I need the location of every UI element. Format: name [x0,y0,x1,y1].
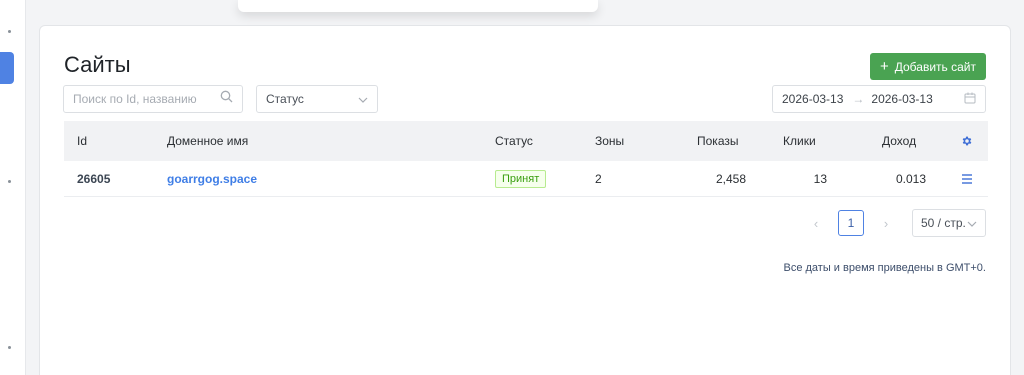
header-domain[interactable]: Доменное имя [167,121,248,161]
gear-icon[interactable] [961,121,973,161]
row-id: 26605 [77,171,111,186]
chevron-down-icon [967,216,977,230]
search-field[interactable] [63,85,243,113]
header-income[interactable]: Доход [882,121,954,161]
add-site-button[interactable]: + Добавить сайт [870,53,986,80]
arrow-right-icon: → [852,92,865,106]
domain-link[interactable]: goarrgog.space [167,172,257,186]
add-site-label: Добавить сайт [894,59,976,74]
row-clicks: 13 [813,171,827,186]
date-range-picker[interactable]: 2026-03-13 → 2026-03-13 [772,85,986,113]
header-clicks[interactable]: Клики [783,121,846,161]
status-badge: Принят [495,169,547,188]
left-rail [0,0,26,375]
timezone-note: Все даты и время приведены в GMT+0. [783,262,987,274]
table-header: Id Доменное имя Статус Зоны Показы Клики… [64,121,988,161]
row-domain: goarrgog.space [167,161,257,196]
date-from[interactable]: 2026-03-13 [782,92,843,106]
rail-dot [8,180,11,183]
calendar-icon[interactable] [964,92,976,107]
page-size-select[interactable]: 50 / стр. [912,209,986,237]
page-number-current[interactable]: 1 [838,210,864,236]
pagination: ‹ 1 › 50 / стр. [806,209,986,237]
row-income: 0.013 [895,171,926,186]
header-status[interactable]: Статус [495,121,533,161]
page-title: Сайты [64,52,131,77]
rail-dot [8,346,11,349]
row-zones: 2 [595,171,602,186]
top-dropdown-panel [238,0,598,12]
page-size-value: 50 / стр. [921,216,966,230]
header-zones[interactable]: Зоны [595,121,624,161]
sidebar-active-item[interactable] [0,52,14,84]
sites-table: Id Доменное имя Статус Зоны Показы Клики… [64,121,988,197]
search-icon[interactable] [220,90,233,108]
sites-card: Сайты + Добавить сайт Статус 2026-03-13 … [39,25,1011,375]
menu-icon[interactable] [961,161,973,196]
plus-icon: + [879,58,889,75]
status-select-value: Статус [266,92,304,106]
search-input[interactable] [73,92,213,106]
chevron-down-icon [358,92,368,106]
header-shows[interactable]: Показы [697,121,767,161]
row-shows: 2,458 [715,171,746,186]
chevron-left-icon[interactable]: ‹ [806,216,826,231]
header-id[interactable]: Id [77,121,87,161]
status-select[interactable]: Статус [256,85,378,113]
row-status: Принят [495,161,547,196]
date-to[interactable]: 2026-03-13 [871,92,932,106]
rail-dot [8,30,11,33]
table-row: 26605 goarrgog.space Принят 2 2,458 13 0… [64,161,988,197]
chevron-right-icon[interactable]: › [876,216,896,231]
